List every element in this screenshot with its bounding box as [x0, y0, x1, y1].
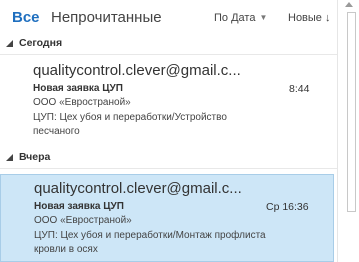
mail-sender: qualitycontrol.clever@gmail.c... [34, 180, 242, 197]
sort-order-toggle[interactable]: Новые ↓ [288, 12, 331, 24]
filter-all-tab[interactable]: Все [12, 9, 40, 26]
mail-preview: ЦУП: Цех убоя и переработки/Устройство п… [33, 112, 227, 137]
group-header-today[interactable]: Сегодня [0, 34, 337, 55]
sort-by-label: По Дата [214, 12, 256, 24]
mail-time: Ср 16:36 [266, 201, 309, 213]
message-list: Все Непрочитанные По Дата ▼ Новые ↓ Сегод… [0, 0, 337, 262]
collapse-triangle-icon[interactable] [6, 154, 13, 161]
mail-company: ООО «Евространой» [34, 215, 132, 226]
sort-by-dropdown[interactable]: По Дата ▼ [214, 12, 267, 24]
mail-time: 8:44 [289, 83, 310, 95]
chevron-down-icon: ▼ [259, 13, 268, 22]
scroll-up-arrow-icon[interactable] [345, 2, 353, 7]
collapse-triangle-icon[interactable] [6, 40, 13, 47]
vertical-scrollbar[interactable] [337, 0, 359, 262]
filter-bar: Все Непрочитанные По Дата ▼ Новые ↓ [0, 0, 337, 30]
group-label: Вчера [19, 151, 51, 163]
mail-item-selected[interactable]: qualitycontrol.clever@gmail.c... Новая з… [0, 174, 334, 262]
mail-preview: ЦУП: Цех убоя и переработки/Монтаж профл… [34, 230, 266, 255]
filter-unread-tab[interactable]: Непрочитанные [51, 9, 162, 26]
scrollbar-thumb[interactable] [347, 12, 356, 212]
group-label: Сегодня [19, 37, 63, 49]
group-header-yesterday[interactable]: Вчера [0, 148, 337, 169]
mail-subject: Новая заявка ЦУП [33, 83, 123, 94]
mail-subject: Новая заявка ЦУП [34, 201, 124, 212]
mail-sender: qualitycontrol.clever@gmail.c... [33, 62, 241, 79]
mail-company: ООО «Евространой» [33, 97, 131, 108]
mail-item[interactable]: qualitycontrol.clever@gmail.c... Новая з… [0, 57, 334, 139]
